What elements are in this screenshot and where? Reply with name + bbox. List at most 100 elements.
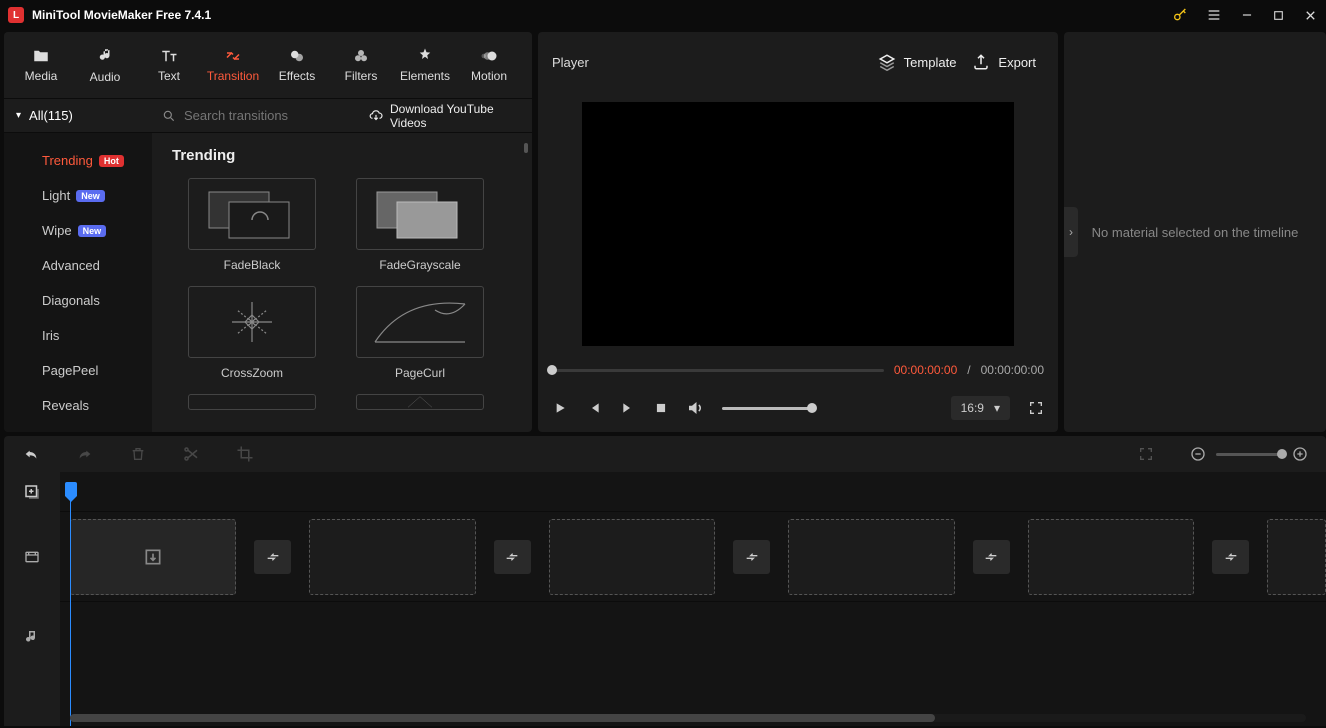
cat-reveals[interactable]: Reveals <box>42 388 152 423</box>
split-icon[interactable] <box>182 445 200 463</box>
cat-trending[interactable]: Trending Hot <box>42 143 152 178</box>
cat-light[interactable]: Light New <box>42 178 152 213</box>
template-button[interactable]: Template <box>870 49 965 75</box>
transition-slot[interactable] <box>1212 540 1249 574</box>
volume-icon[interactable] <box>686 399 704 417</box>
search-icon <box>162 109 176 123</box>
download-youtube-link[interactable]: Download YouTube Videos <box>368 102 522 130</box>
search-input[interactable] <box>184 108 360 123</box>
crop-icon[interactable] <box>236 445 254 463</box>
timeline-toolbar <box>4 436 1326 472</box>
tab-text[interactable]: Text <box>138 35 200 95</box>
fullscreen-icon[interactable] <box>1028 400 1044 416</box>
transition-pagecurl[interactable]: PageCurl <box>340 286 500 380</box>
badge-new: New <box>78 225 107 237</box>
next-frame-icon[interactable] <box>620 400 636 416</box>
zoom-slider[interactable] <box>1216 453 1282 456</box>
minimize-icon[interactable] <box>1240 8 1254 22</box>
app-title: MiniTool MovieMaker Free 7.4.1 <box>32 8 1172 22</box>
media-slot[interactable] <box>549 519 715 595</box>
filters-icon <box>351 47 371 65</box>
scrollbar-horizontal[interactable] <box>70 714 1306 722</box>
undo-icon[interactable] <box>22 446 40 462</box>
cat-advanced[interactable]: Advanced <box>42 248 152 283</box>
text-icon <box>159 47 179 65</box>
scrollbar-vertical[interactable] <box>524 143 528 153</box>
transition-partial-1[interactable] <box>172 394 332 410</box>
tab-effects[interactable]: Effects <box>266 35 328 95</box>
tab-transition[interactable]: Transition <box>202 35 264 95</box>
cat-pagepeel[interactable]: PagePeel <box>42 353 152 388</box>
zoom-in-icon[interactable] <box>1292 446 1308 462</box>
folder-icon <box>30 47 52 65</box>
category-column: ▾ All(115) Trending Hot Light New Wipe N… <box>4 99 152 432</box>
player-title: Player <box>552 55 870 70</box>
video-track[interactable] <box>60 512 1326 602</box>
redo-icon[interactable] <box>76 446 94 462</box>
no-selection-message: No material selected on the timeline <box>1082 225 1309 240</box>
tab-filters[interactable]: Filters <box>330 35 392 95</box>
transition-slot[interactable] <box>254 540 291 574</box>
media-slot[interactable] <box>309 519 475 595</box>
tab-media[interactable]: Media <box>10 35 72 95</box>
timeline-tracks[interactable] <box>60 472 1326 726</box>
video-track-icon[interactable] <box>4 512 60 602</box>
export-button[interactable]: Export <box>964 49 1044 75</box>
collapse-panel-button[interactable]: › <box>1064 207 1078 257</box>
stop-icon[interactable] <box>654 401 668 415</box>
transition-slot[interactable] <box>494 540 531 574</box>
transition-content: Download YouTube Videos Trending FadeBla… <box>152 99 532 432</box>
tab-elements[interactable]: Elements <box>394 35 456 95</box>
app-logo: L <box>8 7 24 23</box>
library-panel: Media Audio Text Transition Effects Filt… <box>4 32 532 432</box>
media-slot[interactable] <box>788 519 954 595</box>
tab-audio[interactable]: Audio <box>74 35 136 95</box>
key-icon[interactable] <box>1172 7 1188 23</box>
close-icon[interactable] <box>1303 8 1318 23</box>
play-icon[interactable] <box>552 400 568 416</box>
zoom-out-icon[interactable] <box>1190 446 1206 462</box>
time-current: 00:00:00:00 <box>894 363 957 377</box>
playhead[interactable] <box>70 472 72 726</box>
transition-slot[interactable] <box>733 540 770 574</box>
timeline-area <box>0 432 1326 726</box>
cat-wipe[interactable]: Wipe New <box>42 213 152 248</box>
transition-partial-2[interactable] <box>340 394 500 410</box>
menu-icon[interactable] <box>1206 7 1222 23</box>
transition-slot[interactable] <box>973 540 1010 574</box>
category-header[interactable]: ▾ All(115) <box>4 99 152 133</box>
media-slot[interactable] <box>1028 519 1194 595</box>
progress-slider[interactable] <box>552 369 884 372</box>
cloud-download-icon <box>368 109 384 123</box>
video-preview <box>538 92 1058 356</box>
transition-crosszoom[interactable]: CrossZoom <box>172 286 332 380</box>
transition-fadeblack[interactable]: FadeBlack <box>172 178 332 272</box>
cat-diagonals[interactable]: Diagonals <box>42 283 152 318</box>
badge-new: New <box>76 190 105 202</box>
media-slot[interactable] <box>70 519 236 595</box>
tab-motion[interactable]: Motion <box>458 35 520 95</box>
transition-icon <box>223 47 243 65</box>
fit-icon[interactable] <box>1138 446 1154 462</box>
chevron-down-icon: ▾ <box>16 110 21 121</box>
import-icon <box>143 547 163 567</box>
player-panel: Player Template Export 00:00:00:00 / 00:… <box>538 32 1058 432</box>
tool-tabs: Media Audio Text Transition Effects Filt… <box>4 32 532 98</box>
timeline-ruler[interactable] <box>60 472 1326 512</box>
add-track-icon[interactable] <box>4 472 60 512</box>
audio-track-icon[interactable] <box>4 602 60 672</box>
media-slot[interactable] <box>1267 519 1326 595</box>
effects-icon <box>287 47 307 65</box>
aspect-select[interactable]: 16:9 ▾ <box>951 396 1010 420</box>
transition-fadegrayscale[interactable]: FadeGrayscale <box>340 178 500 272</box>
prev-frame-icon[interactable] <box>586 400 602 416</box>
maximize-icon[interactable] <box>1272 9 1285 22</box>
track-headers <box>4 472 60 726</box>
cat-iris[interactable]: Iris <box>42 318 152 353</box>
audio-track[interactable] <box>60 602 1326 672</box>
export-icon <box>972 53 990 71</box>
delete-icon[interactable] <box>130 445 146 463</box>
category-list: Trending Hot Light New Wipe New Advanced… <box>4 133 152 432</box>
volume-slider[interactable] <box>722 407 812 410</box>
template-icon <box>878 53 896 71</box>
